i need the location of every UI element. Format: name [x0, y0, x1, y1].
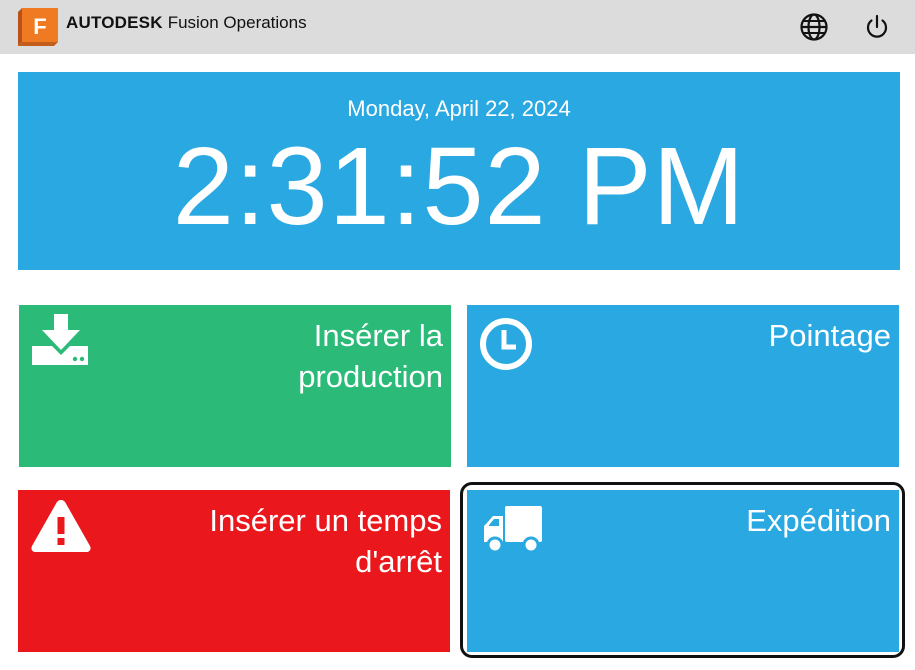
globe-icon[interactable]: [799, 12, 829, 42]
power-icon[interactable]: [862, 12, 892, 42]
autodesk-fusion-logo-icon: F: [18, 8, 58, 46]
tile-insert-production[interactable]: Insérer la production: [19, 305, 451, 467]
tile-label: Insérer la production: [298, 318, 443, 394]
tile-shipping[interactable]: Expédition: [467, 490, 899, 652]
download-icon: [32, 314, 88, 365]
tile-label: Pointage: [768, 318, 891, 353]
product-name: Fusion Operations: [167, 13, 307, 32]
tile-insert-downtime[interactable]: Insérer un temps d'arrêt: [18, 490, 450, 652]
clock-panel: Monday, April 22, 2024 2:31:52 PM: [18, 72, 900, 270]
tile-label: Expédition: [746, 503, 891, 538]
brand-title: AUTODESK Fusion Operations: [66, 13, 307, 33]
svg-text:F: F: [33, 14, 46, 39]
brand-name: AUTODESK: [66, 13, 163, 32]
tile-pointage[interactable]: Pointage: [467, 305, 899, 467]
top-bar: F AUTODESK Fusion Operations: [0, 0, 915, 54]
current-date: Monday, April 22, 2024: [347, 96, 571, 121]
clock-icon: [480, 318, 532, 370]
current-time: 2:31:52 PM: [172, 125, 746, 248]
tile-label: Insérer un temps d'arrêt: [209, 503, 442, 579]
